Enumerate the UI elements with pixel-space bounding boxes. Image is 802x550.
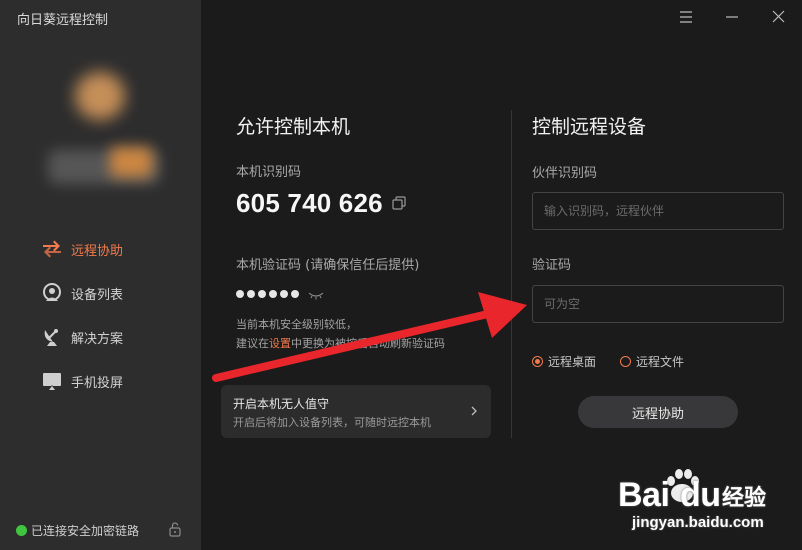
screen-cast-icon (43, 373, 61, 390)
close-icon[interactable] (765, 6, 791, 28)
note-suffix: 中更换为被控后自动刷新验证码 (291, 337, 445, 350)
unattended-title: 开启本机无人值守 (233, 397, 330, 411)
copy-icon[interactable] (392, 196, 406, 210)
remote-assist-button[interactable]: 远程协助 (578, 396, 738, 428)
app-window: 向日葵远程控制 远程协助 设备列表 解决方案 手机投屏 已连接安全加密链路 允许… (0, 0, 802, 550)
sidebar: 向日葵远程控制 远程协助 设备列表 解决方案 手机投屏 已连接安全加密链路 (0, 0, 201, 550)
minimize-icon[interactable] (719, 6, 745, 28)
radio-remote-desktop[interactable]: 远程桌面 (532, 353, 596, 370)
remote-code-label: 验证码 (532, 258, 572, 273)
eye-closed-icon[interactable] (307, 290, 325, 300)
watermark-url: jingyan.baidu.com (632, 514, 764, 531)
radio-unselected-icon (620, 356, 631, 367)
remote-code-input[interactable] (532, 285, 784, 323)
watermark-brand: Bai (618, 476, 670, 514)
sidebar-item-label: 手机投屏 (71, 375, 124, 391)
sidebar-item-label: 解决方案 (71, 331, 124, 347)
radio-remote-file[interactable]: 远程文件 (620, 353, 684, 370)
sidebar-item-device-list[interactable]: 设备列表 (40, 282, 123, 304)
status-dot-icon (16, 525, 27, 536)
chevron-right-icon (471, 406, 477, 416)
unattended-access-card[interactable]: 开启本机无人值守 开启后将加入设备列表，可随时远控本机 (221, 385, 491, 438)
watermark-brand2: du (680, 476, 721, 514)
local-section-title: 允许控制本机 (236, 116, 351, 138)
sidebar-item-solutions[interactable]: 解决方案 (40, 326, 123, 348)
radio-label: 远程文件 (636, 355, 685, 369)
verification-code-label: 本机验证码 (请确保信任后提供) (236, 258, 420, 273)
device-id-value[interactable]: 605 740 626 (236, 188, 383, 219)
sidebar-item-label: 远程协助 (71, 243, 124, 259)
status-text: 已连接安全加密链路 (31, 524, 140, 538)
app-title: 向日葵远程控制 (17, 13, 109, 28)
security-note-line1: 当前本机安全级别较低， (236, 318, 357, 331)
radio-selected-icon (532, 356, 543, 367)
baidu-jingyan-watermark: Bai du 经验 jingyan.baidu.com (618, 466, 788, 536)
device-list-icon (43, 283, 61, 301)
satellite-dish-icon (44, 329, 58, 346)
watermark-jingyan: 经验 (722, 486, 767, 511)
settings-link[interactable]: 设置 (269, 337, 291, 350)
verification-code-masked (236, 290, 302, 298)
note-prefix: 建议在 (236, 337, 269, 350)
device-id-label: 本机识别码 (236, 165, 302, 180)
menu-icon[interactable] (673, 6, 699, 28)
sidebar-item-label: 设备列表 (71, 287, 124, 303)
remote-assist-icon (43, 240, 61, 258)
avatar-image (75, 72, 125, 120)
sidebar-item-screen-cast[interactable]: 手机投屏 (40, 370, 123, 392)
account-badge-blurred (110, 147, 152, 177)
sidebar-nav: 远程协助 设备列表 解决方案 手机投屏 (40, 238, 123, 414)
partner-id-input[interactable] (532, 192, 784, 230)
radio-label: 远程桌面 (548, 355, 597, 369)
partner-id-label: 伙伴识别码 (532, 166, 598, 181)
connection-status: 已连接安全加密链路 (16, 522, 139, 539)
remote-section-title: 控制远程设备 (532, 116, 647, 138)
avatar[interactable] (48, 62, 160, 184)
section-divider (511, 110, 512, 438)
lock-icon[interactable] (168, 521, 182, 537)
sidebar-item-remote-assist[interactable]: 远程协助 (40, 238, 123, 260)
unattended-subtitle: 开启后将加入设备列表，可随时远控本机 (233, 416, 431, 429)
security-note-line2: 建议在设置中更换为被控后自动刷新验证码 (236, 335, 445, 351)
